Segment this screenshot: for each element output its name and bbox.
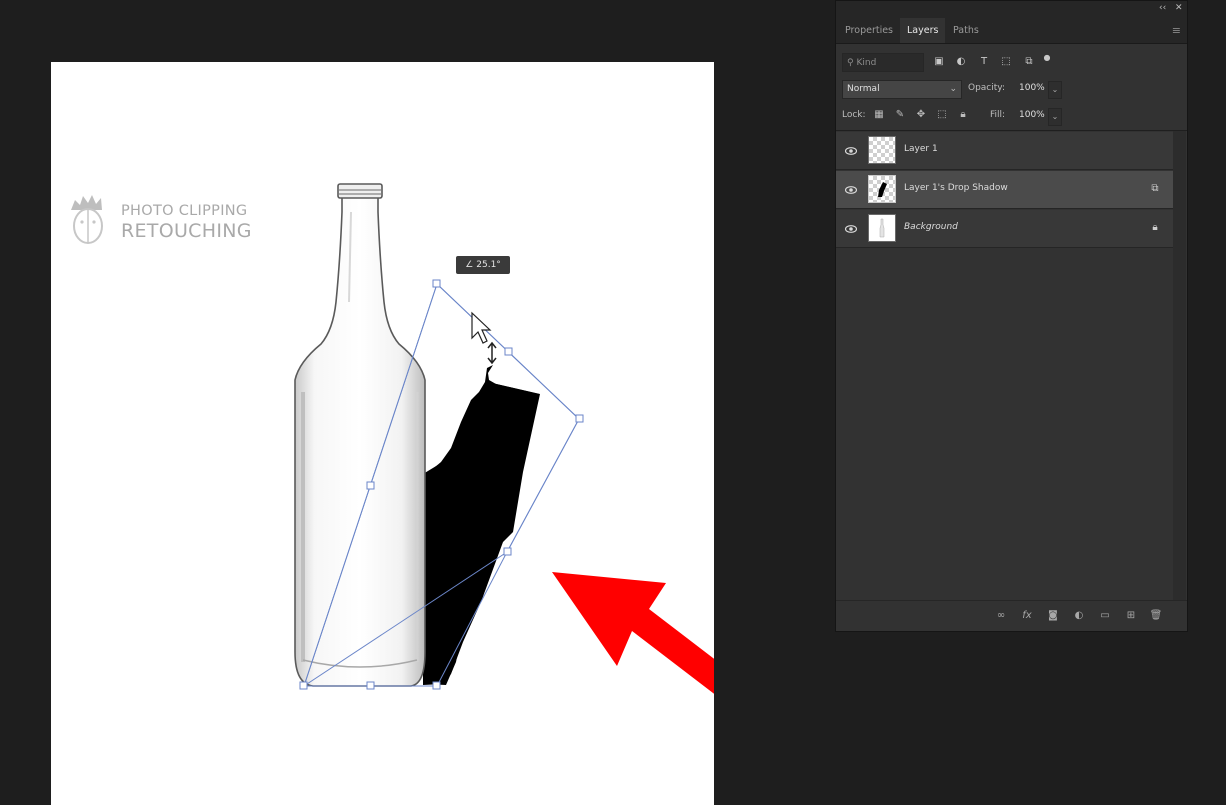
panel-topbar: ‹‹ ✕ [836,1,1187,18]
canvas-artwork [71,183,714,694]
tab-paths[interactable]: Paths [946,18,986,43]
collapse-panel-icon[interactable]: ‹‹ [1159,3,1166,13]
lock-icon: 🔒︎ [1152,222,1158,233]
glass-bottle [294,183,426,687]
lock-label: Lock: [842,110,866,120]
blend-mode-value: Normal [847,84,880,94]
layers-panel: ‹‹ ✕ Properties Layers Paths ≡ ⚲ Kind ▣ … [835,0,1188,632]
transform-handle[interactable] [432,279,441,288]
fill-value[interactable]: 100% [1019,110,1045,120]
panel-scrollbar[interactable] [1173,131,1186,601]
layer-name[interactable]: Background [904,222,958,232]
transform-handle[interactable] [366,681,375,690]
transform-handle[interactable] [432,681,441,690]
layer-filter-row: ⚲ Kind ▣ ◐ T ⬚ ⧉ ● [842,53,1182,73]
eye-icon[interactable] [845,223,857,235]
mask-icon[interactable]: ◙ [1046,609,1060,623]
smart-object-icon: ⧉ [1151,183,1159,194]
transform-handle[interactable] [366,481,375,490]
shadow-thumbnail-icon [878,182,887,197]
layer-row-drop-shadow[interactable]: Layer 1's Drop Shadow ⧉ [836,171,1173,209]
layer-name[interactable]: Layer 1 [904,144,938,154]
mouse-cursor-icon [471,311,497,365]
lock-artboard-icon[interactable]: ⬚ [936,109,948,121]
layer-row-background[interactable]: Background 🔒︎ [836,210,1173,248]
opacity-label: Opacity: [968,83,1005,93]
opacity-value[interactable]: 100% [1019,83,1045,93]
bottle-thumbnail-icon [879,218,885,238]
lock-move-icon[interactable]: ✥ [915,109,927,121]
layer-kind-filter[interactable]: ⚲ Kind [842,53,924,72]
watermark-line2: RETOUCHING [121,220,252,242]
filter-pixel-icon[interactable]: ▣ [932,55,946,69]
panel-menu-icon[interactable]: ≡ [1172,24,1181,37]
filter-smart-object-icon[interactable]: ⧉ [1022,55,1036,69]
red-arrow-annotation [552,572,714,694]
layer-thumbnail [868,214,896,242]
layer-thumbnail [868,136,896,164]
fx-icon[interactable]: fx [1020,609,1034,623]
layer-row-layer1[interactable]: Layer 1 [836,132,1173,170]
eye-icon[interactable] [845,184,857,196]
lock-all-icon[interactable]: 🔒︎ [957,109,969,121]
link-icon[interactable]: ∞ [994,609,1008,623]
blend-row: Normal ⌄ Opacity: 100% ⌄ [842,80,1182,100]
new-layer-icon[interactable]: ⊞ [1124,609,1138,623]
bottle-drop-shadow-base [423,382,540,685]
search-icon: ⚲ [847,58,854,68]
layer-thumbnail [868,175,896,203]
filter-shape-icon[interactable]: ⬚ [999,55,1013,69]
watermark-logo [71,195,103,244]
lock-transparent-icon[interactable]: ▦ [873,109,885,121]
filter-kind-label: Kind [856,58,877,68]
folder-icon[interactable]: ▭ [1098,609,1112,623]
transform-handle[interactable] [503,547,512,556]
rotation-angle-value: 25.1° [476,260,501,270]
trash-icon[interactable]: 🗑︎ [1149,609,1163,623]
close-panel-icon[interactable]: ✕ [1175,3,1183,13]
fill-dropdown-icon[interactable]: ⌄ [1048,108,1062,126]
layer-name[interactable]: Layer 1's Drop Shadow [904,183,1008,193]
document-canvas[interactable]: PHOTO CLIPPING RETOUCHING ∠ 25.1° [51,62,714,805]
lock-row: Lock: ▦ ✎ ✥ ⬚ 🔒︎ Fill: 100% ⌄ [842,107,1182,127]
transform-handle[interactable] [299,681,308,690]
angle-icon: ∠ [465,260,474,270]
watermark-line1: PHOTO CLIPPING [121,203,248,219]
tab-layers[interactable]: Layers [900,18,946,43]
transform-handle[interactable] [575,414,584,423]
transform-handle[interactable] [504,347,513,356]
panel-footer: ∞ fx ◙ ◐ ▭ ⊞ 🗑︎ [836,600,1187,631]
filter-type-icon[interactable]: T [977,55,991,69]
tab-properties[interactable]: Properties [838,18,900,43]
opacity-dropdown-icon[interactable]: ⌄ [1048,81,1062,99]
filter-toggle-icon[interactable]: ● [1040,51,1054,65]
eye-icon[interactable] [845,145,857,157]
rotation-angle-tooltip: ∠ 25.1° [456,256,510,274]
chevron-down-icon: ⌄ [949,84,957,94]
blend-mode-select[interactable]: Normal ⌄ [842,80,962,99]
panel-tabbar: Properties Layers Paths ≡ [836,18,1187,44]
fill-label: Fill: [990,110,1006,120]
adjustment-icon[interactable]: ◐ [1072,609,1086,623]
filter-adjustment-icon[interactable]: ◐ [954,55,968,69]
lock-paint-icon[interactable]: ✎ [894,109,906,121]
panel-divider [836,130,1187,131]
